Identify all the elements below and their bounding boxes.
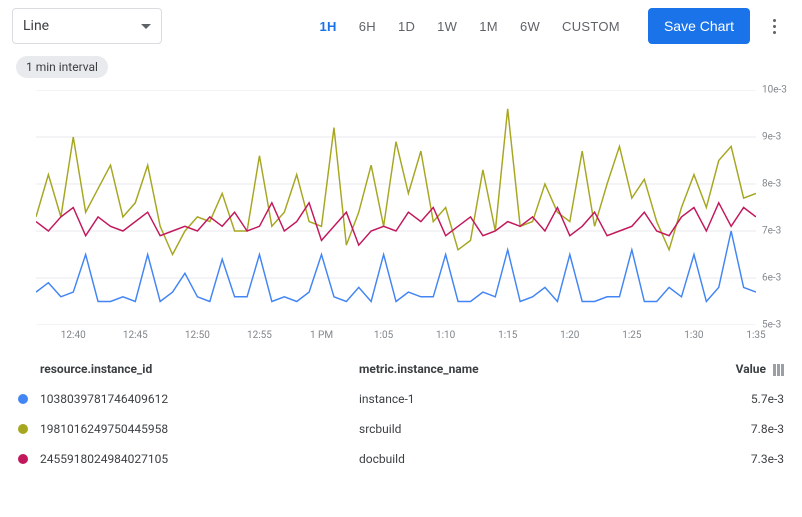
x-tick-label: 1:30 xyxy=(684,330,703,341)
x-tick-label: 12:40 xyxy=(61,330,86,341)
y-tick-label: 8e-3 xyxy=(762,179,781,190)
legend-table: resource.instance_id metric.instance_nam… xyxy=(12,354,790,474)
y-tick-label: 10e-3 xyxy=(762,85,787,96)
cell-value: 5.7e-3 xyxy=(653,384,790,414)
table-row[interactable]: 2455918024984027105docbuild7.3e-3 xyxy=(12,444,790,474)
cell-value: 7.3e-3 xyxy=(653,444,790,474)
chart-type-select[interactable]: Line xyxy=(12,8,162,44)
col-instance-id[interactable]: resource.instance_id xyxy=(34,354,353,384)
save-chart-button[interactable]: Save Chart xyxy=(648,8,750,44)
cell-instance-name: instance-1 xyxy=(353,384,653,414)
x-tick-label: 12:45 xyxy=(123,330,148,341)
chevron-down-icon xyxy=(141,24,151,29)
toolbar: Line 1H6H1D1W1M6WCUSTOM Save Chart xyxy=(12,8,790,44)
cell-instance-name: srcbuild xyxy=(353,414,653,444)
series-line[interactable] xyxy=(36,109,756,255)
col-instance-name[interactable]: metric.instance_name xyxy=(353,354,653,384)
time-range-1w[interactable]: 1W xyxy=(427,13,467,40)
columns-icon[interactable] xyxy=(773,364,784,376)
y-tick-label: 5e-3 xyxy=(762,320,781,331)
x-tick-label: 1:10 xyxy=(436,330,455,341)
time-range-1h[interactable]: 1H xyxy=(310,13,347,40)
chart-area: 5e-3 6e-3 7e-3 8e-3 9e-3 10e-3 12:40 12:45 12:5… xyxy=(12,84,790,344)
x-tick-label: 1:35 xyxy=(746,330,765,341)
time-range-1d[interactable]: 1D xyxy=(388,13,425,40)
series-swatch xyxy=(18,394,28,404)
series-swatch xyxy=(18,424,28,434)
series-line[interactable] xyxy=(36,231,756,302)
time-range-1m[interactable]: 1M xyxy=(469,13,508,40)
y-tick-label: 9e-3 xyxy=(762,132,781,143)
y-tick-label: 7e-3 xyxy=(762,226,781,237)
x-axis: 12:40 12:45 12:50 12:55 1 PM 1:05 1:10 1:15 1:20… xyxy=(36,330,756,344)
series-swatch xyxy=(18,454,28,464)
x-tick-label: 12:55 xyxy=(247,330,272,341)
col-value[interactable]: Value xyxy=(653,354,790,384)
x-tick-label: 1:25 xyxy=(622,330,641,341)
chart-plot[interactable] xyxy=(36,90,756,325)
time-range-6h[interactable]: 6H xyxy=(349,13,386,40)
y-tick-label: 6e-3 xyxy=(762,273,781,284)
cell-instance-id: 1981016249750445958 xyxy=(34,414,353,444)
cell-instance-id: 1038039781746409612 xyxy=(34,384,353,414)
table-row[interactable]: 1981016249750445958srcbuild7.8e-3 xyxy=(12,414,790,444)
cell-instance-id: 2455918024984027105 xyxy=(34,444,353,474)
interval-chip[interactable]: 1 min interval xyxy=(16,56,108,78)
y-axis: 5e-36e-37e-38e-39e-310e-3 xyxy=(758,90,790,325)
chart-type-label: Line xyxy=(23,18,141,34)
x-tick-label: 1:20 xyxy=(560,330,579,341)
time-range-group: 1H6H1D1W1M6WCUSTOM xyxy=(310,13,630,40)
cell-instance-name: docbuild xyxy=(353,444,653,474)
more-menu-button[interactable] xyxy=(758,10,790,42)
table-row[interactable]: 1038039781746409612instance-15.7e-3 xyxy=(12,384,790,414)
x-tick-label: 12:50 xyxy=(185,330,210,341)
series-line[interactable] xyxy=(36,203,756,245)
x-tick-label: 1:05 xyxy=(374,330,393,341)
x-tick-label: 1 PM xyxy=(310,330,333,341)
x-tick-label: 1:15 xyxy=(498,330,517,341)
app-root: Line 1H6H1D1W1M6WCUSTOM Save Chart 1 min… xyxy=(0,0,802,486)
time-range-custom[interactable]: CUSTOM xyxy=(552,13,630,40)
time-range-6w[interactable]: 6W xyxy=(510,13,550,40)
cell-value: 7.8e-3 xyxy=(653,414,790,444)
